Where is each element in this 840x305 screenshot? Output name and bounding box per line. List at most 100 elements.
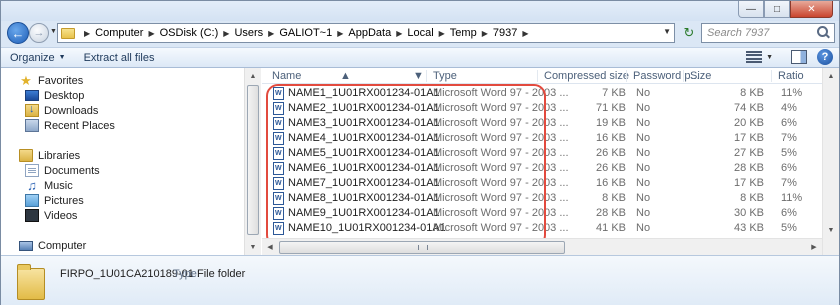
horizontal-scroll-thumb[interactable] [279,241,565,254]
nav-music[interactable]: ♫ Music [25,178,73,193]
computer-icon [19,240,33,251]
maximize-button[interactable]: □ [764,1,790,18]
scroll-right-icon[interactable]: ▶ [806,239,822,255]
breadcrumb-item[interactable]: 7937 [493,27,517,39]
navigation-row: ← → ▼ ▶ Computer ▶ OSDisk (C:) ▶ Users ▶… [1,21,839,45]
file-compressed-size: 71 KB [596,102,626,114]
chevron-right-icon[interactable]: ▶ [396,29,402,38]
file-compressed-size: 26 KB [596,162,626,174]
file-password: No [636,102,651,114]
extract-all-label: Extract all files [83,51,155,64]
nav-pictures[interactable]: Pictures [25,193,84,208]
column-divider[interactable] [537,70,538,82]
close-button[interactable]: ✕ [790,1,833,18]
scroll-down-icon[interactable]: ▼ [823,222,839,238]
search-input[interactable]: Search 7937 [701,23,835,43]
chevron-right-icon[interactable]: ▶ [482,29,488,38]
file-size: 27 KB [734,147,764,159]
details-type-value: File folder [197,268,246,280]
nav-libraries[interactable]: Libraries [19,148,80,163]
views-icon[interactable] [746,51,763,63]
address-dropdown-icon[interactable]: ▼ [663,27,671,36]
videos-icon [25,209,39,222]
scroll-up-icon[interactable]: ▲ [245,68,261,84]
scroll-down-icon[interactable]: ▼ [245,239,261,255]
breadcrumb-item[interactable]: OSDisk (C:) [160,27,219,39]
nav-downloads-label: Downloads [44,104,99,117]
column-header-compressed-size[interactable]: Compressed size [544,70,629,82]
desktop-icon [25,90,39,101]
extract-all-button[interactable]: Extract all files [75,48,164,67]
search-icon[interactable] [815,25,831,41]
recent-pages-dropdown[interactable]: ▼ [50,28,57,35]
nav-documents[interactable]: Documents [25,163,100,178]
breadcrumb-item[interactable]: Temp [450,27,477,39]
file-size: 8 KB [740,87,764,99]
column-header-type[interactable]: Type [433,70,457,82]
preview-pane-icon[interactable] [791,50,807,64]
file-password: No [636,87,651,99]
chevron-right-icon[interactable]: ▶ [223,29,229,38]
address-bar[interactable]: ▶ Computer ▶ OSDisk (C:) ▶ Users ▶ GALIO… [57,23,675,43]
file-compressed-size: 16 KB [596,132,626,144]
command-bar: Organize ▼ Extract all files ▼ ? [1,47,839,68]
file-size: 17 KB [734,177,764,189]
toolbar-right: ▼ ? [744,49,833,65]
breadcrumb-item[interactable]: AppData [348,27,391,39]
chevron-right-icon[interactable]: ▶ [148,29,154,38]
views-dropdown-icon[interactable]: ▼ [766,54,773,61]
vertical-scrollbar[interactable]: ▲ ▼ [822,68,839,255]
refresh-icon[interactable]: ↻ [679,23,699,43]
organize-button[interactable]: Organize ▼ [1,48,75,67]
star-icon: ★ [20,73,32,88]
chevron-right-icon[interactable]: ▶ [439,29,445,38]
breadcrumb-item[interactable]: GALIOT~1 [279,27,332,39]
breadcrumb: ▶ Computer ▶ OSDisk (C:) ▶ Users ▶ GALIO… [79,27,534,39]
libraries-icon [19,149,33,162]
breadcrumb-item[interactable]: Computer [95,27,143,39]
column-filter-icon[interactable]: ▼ [413,70,424,82]
nav-downloads[interactable]: Downloads [25,103,98,118]
chevron-right-icon[interactable]: ▶ [84,29,90,38]
navigation-scroll-thumb[interactable] [247,85,259,235]
back-arrow-icon[interactable]: ← [7,22,29,44]
column-divider[interactable] [426,70,427,82]
breadcrumb-item[interactable]: Users [234,27,263,39]
nav-music-label: Music [44,179,73,192]
column-divider[interactable] [771,70,772,82]
chevron-right-icon[interactable]: ▶ [522,29,528,38]
chevron-right-icon[interactable]: ▶ [268,29,274,38]
documents-icon [25,164,39,177]
title-bar: — □ ✕ [1,1,839,21]
column-header-ratio[interactable]: Ratio [778,70,804,82]
pictures-icon [25,194,39,207]
nav-computer[interactable]: Computer [19,238,86,253]
chevron-right-icon[interactable]: ▶ [337,29,343,38]
details-pane: FIRPO_1U01CA210189-01 Type: File folder [1,255,839,305]
file-compressed-size: 8 KB [602,192,626,204]
minimize-button[interactable]: — [738,1,764,18]
nav-favorites-label: Favorites [38,74,84,87]
navigation-scrollbar[interactable]: ▲ ▼ [244,68,261,255]
nav-recent-places[interactable]: Recent Places [25,118,115,133]
help-icon[interactable]: ? [817,49,833,65]
forward-arrow-icon[interactable]: → [29,23,49,43]
column-header-name[interactable]: Name [272,70,301,82]
file-size: 43 KB [734,222,764,234]
scroll-up-icon[interactable]: ▲ [823,68,839,84]
organize-label: Organize [10,51,55,64]
nav-favorites[interactable]: ★ Favorites [19,73,83,88]
nav-documents-label: Documents [44,164,100,177]
file-password: No [636,162,651,174]
scroll-left-icon[interactable]: ◀ [262,239,278,255]
downloads-icon [25,103,39,117]
column-divider[interactable] [683,70,684,82]
file-password: No [636,132,651,144]
nav-desktop[interactable]: Desktop [25,88,84,103]
horizontal-scrollbar[interactable]: ◀ ▶ [262,238,822,255]
details-type-label: Type: [173,268,200,280]
column-divider[interactable] [626,70,627,82]
column-header-size[interactable]: Size [690,70,711,82]
nav-videos[interactable]: Videos [25,208,77,223]
breadcrumb-item[interactable]: Local [407,27,433,39]
